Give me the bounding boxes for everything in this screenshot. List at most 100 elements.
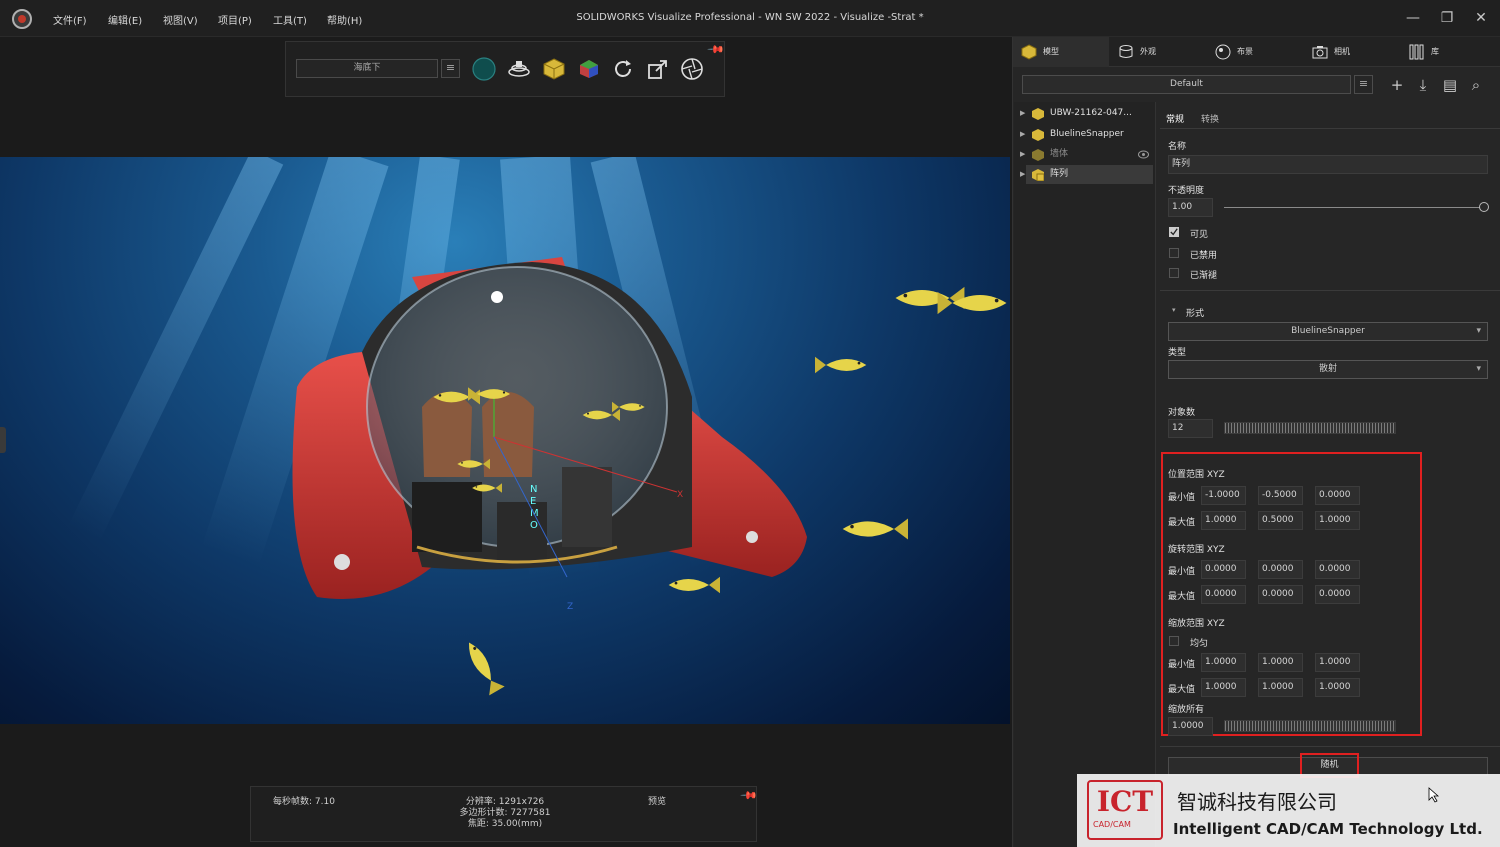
watermark: ICT CAD/CAM 智诚科技有限公司 Intelligent CAD/CAM…	[1077, 774, 1500, 847]
count-slider[interactable]	[1224, 422, 1396, 434]
preset-list-button[interactable]: ≡	[1354, 75, 1373, 94]
import-icon[interactable]: ⤓	[1414, 76, 1432, 94]
appearance-icon	[1119, 45, 1133, 58]
tab-model[interactable]: 模型	[1013, 37, 1109, 67]
name-field[interactable]: 阵列	[1168, 155, 1488, 174]
model-cube-icon	[1021, 44, 1037, 60]
close-button[interactable]: ✕	[1470, 8, 1492, 28]
rotate-icon[interactable]	[611, 57, 635, 81]
name-label: 名称	[1168, 142, 1187, 152]
prop-tab-transform[interactable]: 转换	[1201, 112, 1219, 125]
position-min-x[interactable]: -1.0000	[1201, 486, 1246, 505]
add-icon[interactable]: +	[1388, 76, 1406, 94]
expand-arrow-icon[interactable]: ▶	[1020, 125, 1025, 144]
position-min-y[interactable]: -0.5000	[1258, 486, 1303, 505]
menu-file[interactable]: 文件(F)	[53, 12, 87, 27]
focus-readout: 焦距: 35.00(mm)	[467, 819, 543, 829]
menu-tools[interactable]: 工具(T)	[273, 12, 307, 27]
scale-min-y[interactable]: 1.0000	[1258, 653, 1303, 672]
rotation-max-z[interactable]: 0.0000	[1315, 585, 1360, 604]
opacity-slider-handle[interactable]	[1479, 202, 1489, 212]
uniform-checkbox[interactable]	[1169, 636, 1179, 646]
rotation-min-z[interactable]: 0.0000	[1315, 560, 1360, 579]
restore-button[interactable]: ❐	[1436, 8, 1458, 28]
prop-tab-general[interactable]: 常规	[1166, 112, 1184, 125]
scale-all-field[interactable]: 1.0000	[1168, 717, 1213, 736]
environment-sphere-icon[interactable]	[472, 57, 496, 81]
tree-item[interactable]: ▶ 墙体	[1014, 145, 1154, 164]
scale-max-x[interactable]: 1.0000	[1201, 678, 1246, 697]
render-viewport[interactable]: N E M O Y X Z	[0, 157, 1010, 724]
disabled-checkbox[interactable]	[1169, 248, 1179, 258]
scale-min-x[interactable]: 1.0000	[1201, 653, 1246, 672]
tree-item-selected[interactable]: ▶ 阵列	[1020, 165, 1153, 184]
menu-view[interactable]: 视图(V)	[163, 12, 198, 27]
rotation-min-y[interactable]: 0.0000	[1258, 560, 1303, 579]
expand-arrow-icon[interactable]: ▶	[1020, 145, 1025, 164]
app-logo-icon	[12, 9, 32, 29]
rotation-range-title: 旋转范围 XYZ	[1168, 545, 1225, 555]
type-label: 类型	[1168, 348, 1187, 358]
minimize-button[interactable]: —	[1402, 8, 1424, 28]
fish-icon	[668, 576, 720, 594]
model-cube-icon	[1032, 108, 1044, 120]
menu-help[interactable]: 帮助(H)	[327, 12, 362, 27]
tab-scene[interactable]: 布景	[1207, 37, 1303, 67]
environment-select[interactable]: 海底下	[296, 59, 438, 78]
preset-select[interactable]: Default	[1022, 75, 1351, 94]
axis-label-z: Z	[567, 602, 573, 612]
visible-checkbox[interactable]	[1169, 227, 1179, 237]
search-icon[interactable]: ⌕	[1467, 76, 1485, 94]
type-select[interactable]: 散射	[1168, 360, 1488, 379]
camera-aperture-icon[interactable]	[680, 57, 704, 81]
rotation-min-x[interactable]: 0.0000	[1201, 560, 1246, 579]
expand-arrow-icon[interactable]: ▶	[1020, 104, 1025, 123]
nemo-letter: N	[530, 484, 537, 495]
left-panel-handle[interactable]	[0, 427, 6, 453]
model-cube-icon	[1032, 129, 1044, 141]
tree-item[interactable]: ▶ UBW-21162-047...	[1014, 104, 1154, 123]
menu-edit[interactable]: 编辑(E)	[108, 12, 142, 27]
fish-icon	[612, 401, 645, 413]
faded-checkbox[interactable]	[1169, 268, 1179, 278]
fish-icon	[937, 291, 1007, 315]
divider	[1160, 290, 1500, 291]
tab-library[interactable]: 库	[1401, 37, 1497, 67]
position-max-y[interactable]: 0.5000	[1258, 511, 1303, 530]
model-cube-icon	[1032, 149, 1044, 161]
expand-arrow-icon[interactable]: ▶	[1020, 165, 1025, 184]
menu-project[interactable]: 项目(P)	[218, 12, 252, 27]
watermark-company-en: Intelligent CAD/CAM Technology Ltd.	[1173, 820, 1483, 838]
position-min-z[interactable]: 0.0000	[1315, 486, 1360, 505]
tab-camera-label: 相机	[1334, 47, 1350, 56]
scale-min-label: 最小值	[1168, 660, 1196, 670]
position-max-x[interactable]: 1.0000	[1201, 511, 1246, 530]
rotation-max-y[interactable]: 0.0000	[1258, 585, 1303, 604]
scale-min-z[interactable]: 1.0000	[1315, 653, 1360, 672]
scale-max-y[interactable]: 1.0000	[1258, 678, 1303, 697]
tree-item[interactable]: ▶ BluelineSnapper	[1014, 125, 1154, 144]
disabled-label: 已禁用	[1190, 251, 1218, 261]
rotation-max-x[interactable]: 0.0000	[1201, 585, 1246, 604]
scale-max-z[interactable]: 1.0000	[1315, 678, 1360, 697]
form-select[interactable]: BluelineSnapper	[1168, 322, 1488, 341]
position-max-z[interactable]: 1.0000	[1315, 511, 1360, 530]
scale-icon[interactable]	[646, 57, 670, 81]
rotation-min-label: 最小值	[1168, 567, 1196, 577]
preview-label: 预览	[648, 797, 667, 807]
model-cube-icon[interactable]	[542, 57, 566, 81]
scale-all-slider[interactable]	[1224, 720, 1396, 732]
tab-camera[interactable]: 相机	[1304, 37, 1400, 67]
appearance-icon[interactable]	[577, 57, 601, 81]
watermark-logo: ICT	[1087, 780, 1163, 840]
count-field[interactable]: 12	[1168, 419, 1213, 438]
tab-appearance[interactable]: 外观	[1110, 37, 1206, 67]
opacity-slider-track[interactable]	[1224, 207, 1484, 208]
visibility-eye-icon[interactable]	[1138, 150, 1149, 159]
tab-model-label: 模型	[1043, 47, 1059, 56]
layout-icon[interactable]: ▤	[1441, 76, 1459, 94]
environment-list-button[interactable]: ≡	[441, 59, 460, 78]
opacity-field[interactable]: 1.00	[1168, 198, 1213, 217]
turntable-icon[interactable]	[507, 57, 531, 81]
collapse-arrow-icon[interactable]: ▾	[1172, 306, 1176, 314]
